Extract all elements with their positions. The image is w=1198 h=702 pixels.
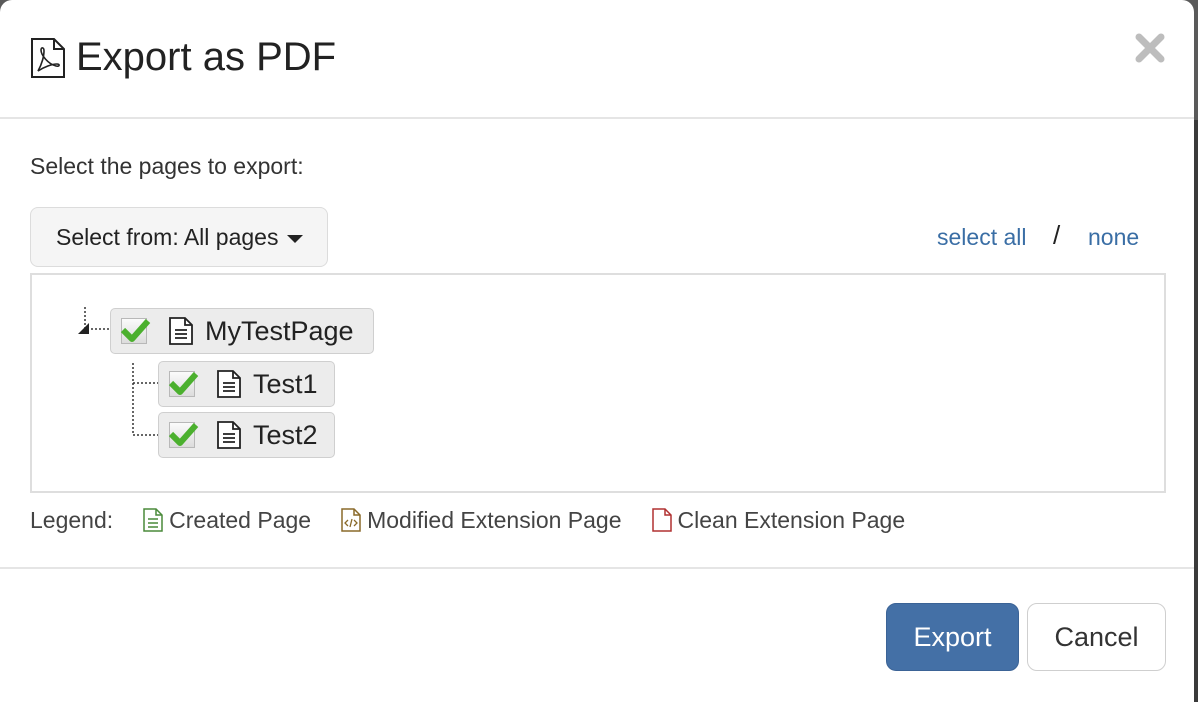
root-checkbox[interactable] xyxy=(120,318,151,344)
tree-node-test2[interactable]: Test2 xyxy=(158,412,335,458)
legend: Legend: Created Page Modified Extension … xyxy=(30,505,905,535)
cancel-button[interactable]: Cancel xyxy=(1027,603,1166,671)
created-page-icon xyxy=(143,508,163,532)
checkmark-icon xyxy=(168,372,199,395)
legend-modified-extension-page: Modified Extension Page xyxy=(341,506,622,534)
export-pdf-dialog: Export as PDF Select the pages to export… xyxy=(0,0,1194,702)
legend-item-label: Created Page xyxy=(169,506,312,533)
backdrop-edge xyxy=(1194,120,1198,702)
checkmark-icon xyxy=(120,319,151,342)
link-separator: / xyxy=(1053,220,1061,250)
legend-item-label: Modified Extension Page xyxy=(367,506,622,533)
tree-node-label: Test2 xyxy=(253,419,318,450)
export-button[interactable]: Export xyxy=(886,603,1019,671)
clean-extension-page-icon xyxy=(651,508,672,532)
page-icon xyxy=(217,370,241,398)
instructions-text: Select the pages to export: xyxy=(30,153,304,179)
select-from-label: Select from: All pages xyxy=(56,223,279,250)
page-icon xyxy=(217,421,241,449)
legend-item-label: Clean Extension Page xyxy=(677,506,906,533)
tree-node-label: Test1 xyxy=(253,368,318,399)
tree-node-label: MyTestPage xyxy=(205,315,354,346)
caret-down-icon xyxy=(287,234,304,243)
tree-node-root[interactable]: MyTestPage xyxy=(110,308,374,354)
test2-checkbox[interactable] xyxy=(168,422,199,448)
select-all-link[interactable]: select all xyxy=(937,224,1026,251)
modified-extension-page-icon xyxy=(341,508,361,532)
page-icon xyxy=(169,317,193,345)
checkmark-icon xyxy=(168,423,199,446)
footer-divider xyxy=(0,567,1194,569)
tree-expand-icon[interactable] xyxy=(76,321,90,335)
legend-label: Legend: xyxy=(30,506,114,533)
select-from-dropdown[interactable]: Select from: All pages xyxy=(30,207,328,267)
dialog-header: Export as PDF xyxy=(0,0,1194,119)
tree-node-test1[interactable]: Test1 xyxy=(158,361,335,407)
dialog-title: Export as PDF xyxy=(76,35,337,79)
legend-clean-extension-page: Clean Extension Page xyxy=(651,506,906,534)
page-tree: MyTestPage Test1 Test2 xyxy=(30,273,1166,493)
legend-created-page: Created Page xyxy=(143,507,311,534)
test1-checkbox[interactable] xyxy=(168,371,199,397)
pdf-file-icon xyxy=(31,38,65,78)
select-none-link[interactable]: none xyxy=(1088,224,1139,251)
close-icon[interactable] xyxy=(1134,32,1166,64)
